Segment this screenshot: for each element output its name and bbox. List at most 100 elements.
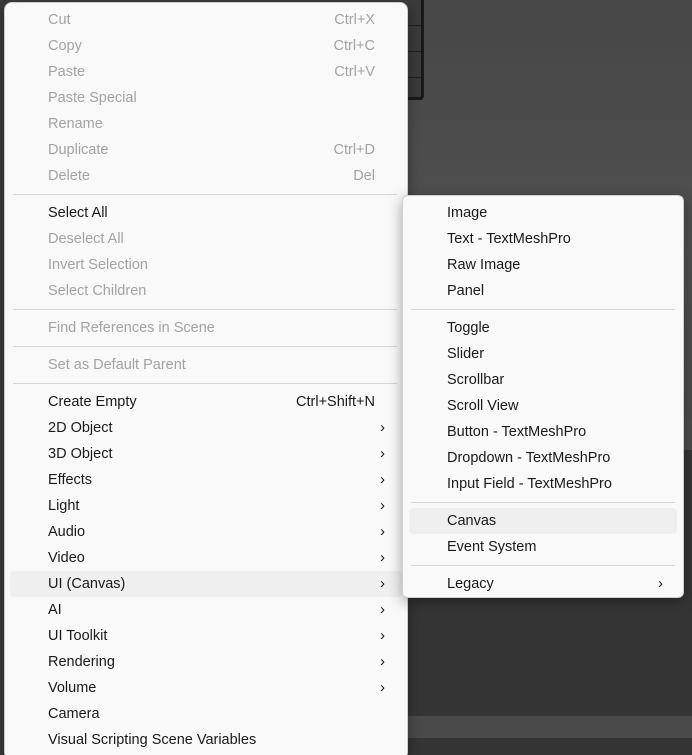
menu-separator	[13, 194, 397, 195]
menu-item-shortcut: Del	[353, 168, 375, 184]
menu-item-label: 2D Object	[48, 420, 113, 436]
menu-item-label: Effects	[48, 472, 93, 488]
submenu-item-scroll-view[interactable]: Scroll View	[409, 393, 677, 419]
submenu-item-panel[interactable]: Panel	[409, 278, 677, 304]
menu-item-label: Dropdown - TextMeshPro	[447, 450, 611, 466]
menu-item-label: Copy	[48, 38, 82, 54]
menu-item-delete: Delete Del	[10, 163, 402, 189]
menu-item-label: Set as Default Parent	[48, 357, 186, 373]
menu-item-light[interactable]: Light ›	[10, 493, 402, 519]
menu-item-label: Scroll View	[447, 398, 519, 414]
submenu-item-raw-image[interactable]: Raw Image	[409, 252, 677, 278]
menu-item-ui-canvas[interactable]: UI (Canvas) ›	[10, 571, 402, 597]
menu-item-label: Cut	[48, 12, 71, 28]
menu-item-label: Visual Scripting Scene Variables	[48, 732, 257, 748]
menu-item-label: Legacy	[447, 576, 494, 592]
menu-item-duplicate: Duplicate Ctrl+D	[10, 137, 402, 163]
menu-item-label: UI (Canvas)	[48, 576, 126, 592]
submenu-item-slider[interactable]: Slider	[409, 341, 677, 367]
menu-item-label: Light	[48, 498, 80, 514]
menu-separator	[13, 309, 397, 310]
menu-item-label: Invert Selection	[48, 257, 148, 273]
menu-separator	[13, 383, 397, 384]
menu-item-label: Paste Special	[48, 90, 137, 106]
menu-item-label: Rename	[48, 116, 103, 132]
menu-item-label: Input Field - TextMeshPro	[447, 476, 612, 492]
submenu-item-scrollbar[interactable]: Scrollbar	[409, 367, 677, 393]
menu-item-label: Toggle	[447, 320, 490, 336]
menu-item-video[interactable]: Video ›	[10, 545, 402, 571]
chevron-right-icon: ›	[380, 419, 385, 436]
menu-item-label: Video	[48, 550, 85, 566]
chevron-right-icon: ›	[380, 523, 385, 540]
menu-item-label: Rendering	[48, 654, 115, 670]
menu-item-label: Event System	[447, 539, 537, 555]
menu-item-rendering[interactable]: Rendering ›	[10, 649, 402, 675]
menu-item-copy: Copy Ctrl+C	[10, 33, 402, 59]
hierarchy-context-menu: Cut Ctrl+X Copy Ctrl+C Paste Ctrl+V Paste Spec…	[4, 2, 408, 755]
menu-item-ai[interactable]: AI ›	[10, 597, 402, 623]
submenu-item-toggle[interactable]: Toggle	[409, 315, 677, 341]
menu-item-paste-special: Paste Special	[10, 85, 402, 111]
chevron-right-icon: ›	[380, 471, 385, 488]
menu-item-label: Audio	[48, 524, 86, 540]
menu-item-create-empty[interactable]: Create Empty Ctrl+Shift+N	[10, 389, 402, 415]
submenu-separator	[411, 565, 675, 566]
chevron-right-icon: ›	[380, 627, 385, 644]
submenu-item-input-field-textmeshpro[interactable]: Input Field - TextMeshPro	[409, 471, 677, 497]
menu-item-label: Button - TextMeshPro	[447, 424, 587, 440]
submenu-item-image[interactable]: Image	[409, 200, 677, 226]
menu-item-label: Select All	[48, 205, 108, 221]
menu-item-label: Scrollbar	[447, 372, 505, 388]
menu-item-label: Camera	[48, 706, 100, 722]
chevron-right-icon: ›	[380, 679, 385, 696]
chevron-right-icon: ›	[380, 653, 385, 670]
menu-item-2d-object[interactable]: 2D Object ›	[10, 415, 402, 441]
menu-item-find-references-in-scene: Find References in Scene	[10, 315, 402, 341]
menu-item-audio[interactable]: Audio ›	[10, 519, 402, 545]
menu-separator	[13, 346, 397, 347]
chevron-right-icon: ›	[658, 575, 663, 592]
submenu-item-event-system[interactable]: Event System	[409, 534, 677, 560]
menu-item-label: Select Children	[48, 283, 147, 299]
submenu-item-canvas[interactable]: Canvas	[409, 508, 677, 534]
menu-item-label: Duplicate	[48, 142, 109, 158]
menu-item-invert-selection: Invert Selection	[10, 252, 402, 278]
chevron-right-icon: ›	[380, 575, 385, 592]
menu-item-deselect-all: Deselect All	[10, 226, 402, 252]
chevron-right-icon: ›	[380, 601, 385, 618]
menu-item-3d-object[interactable]: 3D Object ›	[10, 441, 402, 467]
submenu-item-dropdown-textmeshpro[interactable]: Dropdown - TextMeshPro	[409, 445, 677, 471]
menu-item-select-children: Select Children	[10, 278, 402, 304]
menu-item-shortcut: Ctrl+V	[334, 64, 375, 80]
menu-item-label: AI	[48, 602, 62, 618]
submenu-item-legacy[interactable]: Legacy ›	[409, 571, 677, 597]
menu-item-label: Paste	[48, 64, 86, 80]
menu-item-label: Image	[447, 205, 488, 221]
menu-item-label: Panel	[447, 283, 485, 299]
menu-item-label: Volume	[48, 680, 97, 696]
submenu-item-text-textmeshpro[interactable]: Text - TextMeshPro	[409, 226, 677, 252]
menu-item-effects[interactable]: Effects ›	[10, 467, 402, 493]
ui-canvas-submenu: Image Text - TextMeshPro Raw Image Panel Tog…	[402, 195, 684, 598]
menu-item-camera[interactable]: Camera	[10, 701, 402, 727]
scene-overlay-panel	[408, 0, 424, 100]
menu-item-shortcut: Ctrl+X	[334, 12, 375, 28]
menu-item-label: 3D Object	[48, 446, 113, 462]
menu-item-select-all[interactable]: Select All	[10, 200, 402, 226]
submenu-item-button-textmeshpro[interactable]: Button - TextMeshPro	[409, 419, 677, 445]
menu-item-volume[interactable]: Volume ›	[10, 675, 402, 701]
menu-item-label: Deselect All	[48, 231, 124, 247]
menu-item-shortcut: Ctrl+D	[333, 142, 376, 158]
menu-item-label: Raw Image	[447, 257, 521, 273]
menu-item-label: Slider	[447, 346, 485, 362]
menu-item-cut: Cut Ctrl+X	[10, 7, 402, 33]
chevron-right-icon: ›	[380, 549, 385, 566]
chevron-right-icon: ›	[380, 445, 385, 462]
menu-item-set-as-default-parent: Set as Default Parent	[10, 352, 402, 378]
menu-item-visual-scripting-scene-variables[interactable]: Visual Scripting Scene Variables	[10, 727, 402, 753]
menu-item-label: UI Toolkit	[48, 628, 108, 644]
submenu-separator	[411, 309, 675, 310]
menu-item-ui-toolkit[interactable]: UI Toolkit ›	[10, 623, 402, 649]
menu-item-label: Text - TextMeshPro	[447, 231, 571, 247]
